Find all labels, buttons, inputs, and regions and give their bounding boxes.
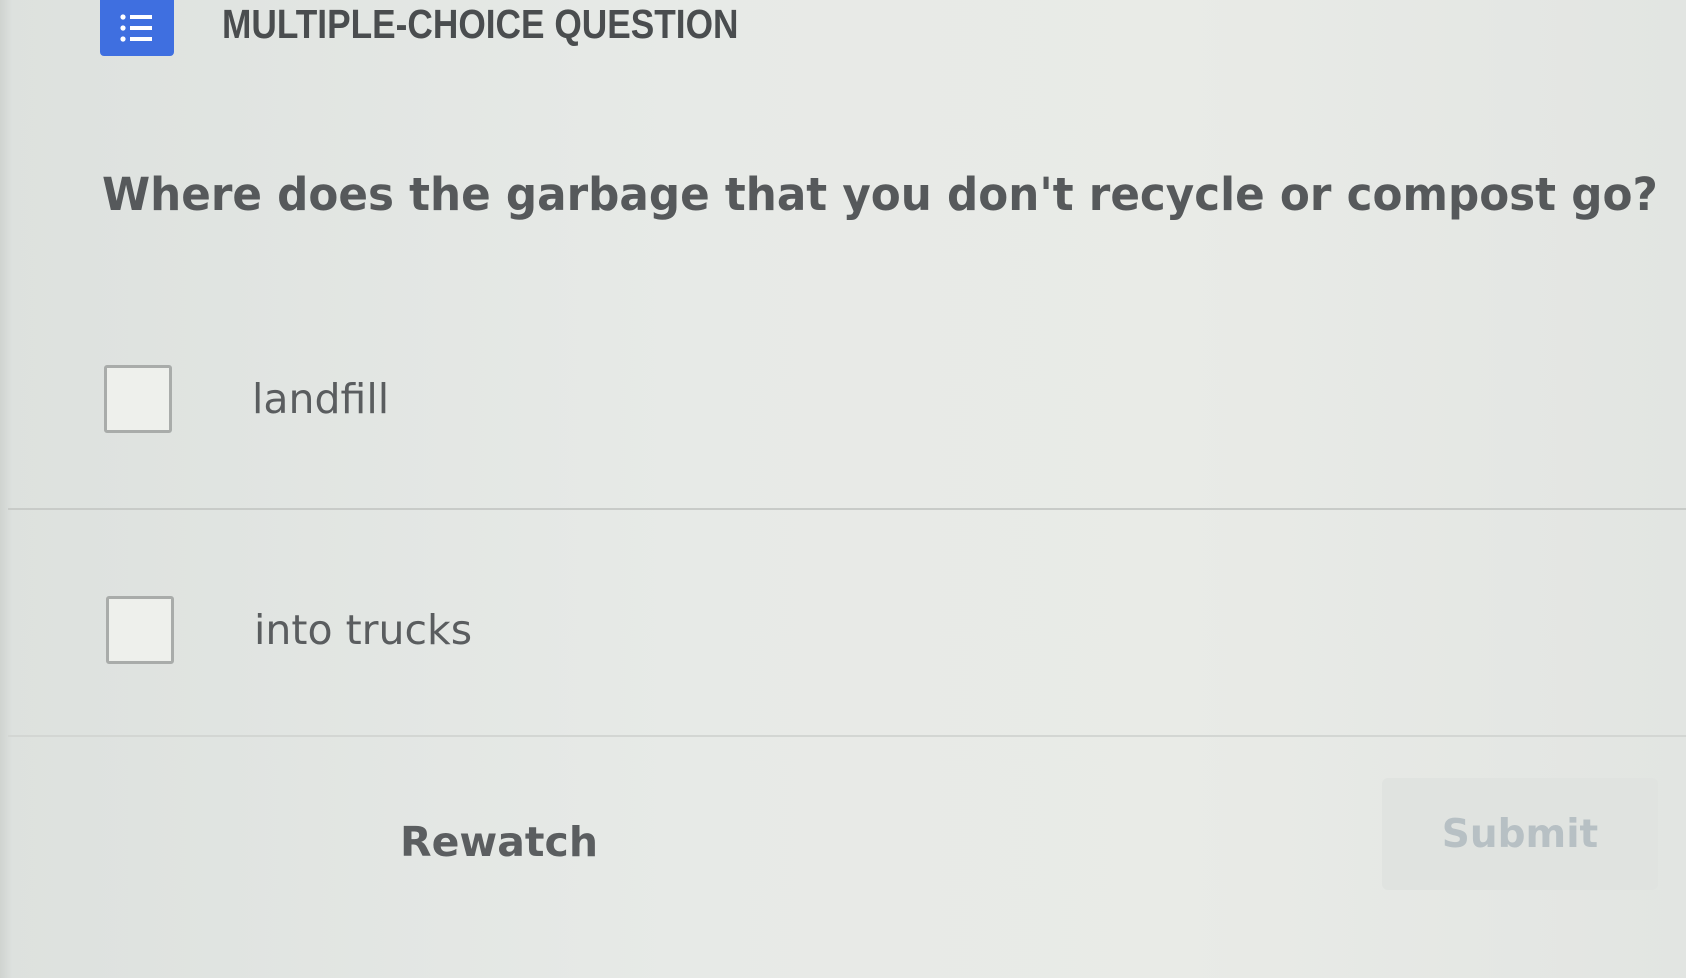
option-checkbox[interactable] bbox=[104, 365, 172, 433]
question-screen: MULTIPLE-CHOICE QUESTION Where does the … bbox=[0, 0, 1686, 978]
option-label: into trucks bbox=[254, 606, 473, 654]
left-edge bbox=[0, 0, 12, 978]
option-into-trucks[interactable]: into trucks bbox=[0, 560, 1686, 680]
question-header: MULTIPLE-CHOICE QUESTION bbox=[100, 0, 823, 56]
rewatch-button[interactable]: Rewatch bbox=[400, 818, 598, 866]
question-type-title: MULTIPLE-CHOICE QUESTION bbox=[222, 0, 739, 47]
option-divider bbox=[8, 508, 1686, 510]
submit-button[interactable]: Submit bbox=[1382, 778, 1658, 890]
option-checkbox[interactable] bbox=[106, 596, 174, 664]
actions-divider bbox=[8, 735, 1686, 737]
question-text: Where does the garbage that you don't re… bbox=[102, 168, 1658, 221]
list-icon bbox=[100, 0, 174, 56]
option-landfill[interactable]: landfill bbox=[0, 330, 1686, 450]
option-label: landfill bbox=[252, 375, 390, 423]
